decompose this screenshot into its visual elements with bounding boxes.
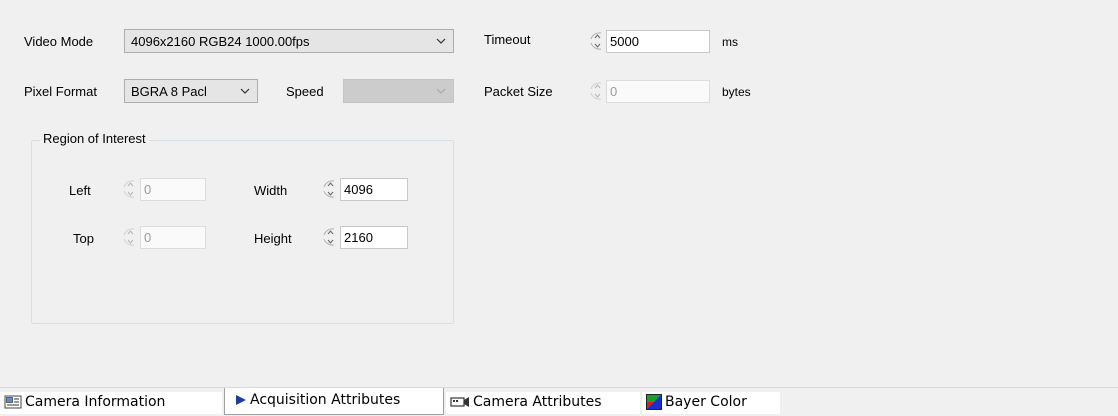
roi-left-spinner[interactable] [118, 177, 140, 201]
roi-top-spinner[interactable] [118, 225, 140, 249]
timeout-unit: ms [722, 35, 738, 49]
chevron-down-icon [436, 38, 446, 44]
chevron-down-icon [436, 88, 446, 94]
roi-left-label: Left [69, 183, 91, 198]
packet-size-unit: bytes [722, 85, 751, 99]
packet-size-input[interactable] [606, 80, 710, 103]
tab-label: Camera Attributes [473, 394, 602, 410]
timeout-label: Timeout [484, 32, 531, 47]
camera-icon [450, 397, 469, 407]
play-arrow-icon [236, 395, 246, 405]
tab-bayer-color[interactable]: Bayer Color [642, 392, 780, 414]
pixel-format-label: Pixel Format [24, 84, 97, 99]
roi-height-spinner[interactable] [318, 225, 340, 249]
spinner-arrows-icon [323, 180, 335, 198]
packet-size-label: Packet Size [484, 84, 553, 99]
tab-bar: Camera Information Acquisition Attribute… [0, 387, 1118, 416]
roi-left-input[interactable] [140, 178, 206, 201]
packet-size-spinner[interactable] [585, 79, 607, 103]
pixel-format-select[interactable]: BGRA 8 Pacl [124, 79, 258, 103]
tab-label: Camera Information [25, 394, 166, 410]
spinner-arrows-icon [123, 228, 135, 246]
roi-group-title: Region of Interest [40, 131, 149, 147]
roi-width-label: Width [254, 183, 288, 198]
roi-height-input[interactable] [340, 226, 408, 249]
roi-width-spinner[interactable] [318, 177, 340, 201]
timeout-input[interactable] [606, 30, 710, 53]
chevron-down-icon [240, 88, 250, 94]
speed-label: Speed [286, 84, 324, 99]
speed-select[interactable] [343, 79, 454, 103]
tab-camera-information[interactable]: Camera Information [0, 392, 222, 414]
bayer-color-icon [646, 394, 662, 410]
roi-top-label: Top [73, 231, 94, 246]
video-mode-value: 4096x2160 RGB24 1000.00fps [131, 34, 310, 49]
video-mode-select[interactable]: 4096x2160 RGB24 1000.00fps [124, 29, 454, 53]
tab-label: Acquisition Attributes [250, 392, 401, 408]
spinner-arrows-icon [323, 228, 335, 246]
timeout-spinner[interactable] [585, 29, 607, 53]
tab-camera-attributes[interactable]: Camera Attributes [446, 392, 640, 414]
roi-width-input[interactable] [340, 178, 408, 201]
roi-top-input[interactable] [140, 226, 206, 249]
roi-height-label: Height [254, 231, 292, 246]
pixel-format-value: BGRA 8 Pacl [131, 84, 207, 99]
tab-acquisition-attributes[interactable]: Acquisition Attributes [224, 388, 444, 415]
spinner-arrows-icon [590, 82, 602, 100]
video-mode-label: Video Mode [24, 34, 94, 49]
tab-label: Bayer Color [665, 394, 747, 410]
camera-info-icon [4, 395, 22, 409]
spinner-arrows-icon [590, 32, 602, 50]
spinner-arrows-icon [123, 180, 135, 198]
